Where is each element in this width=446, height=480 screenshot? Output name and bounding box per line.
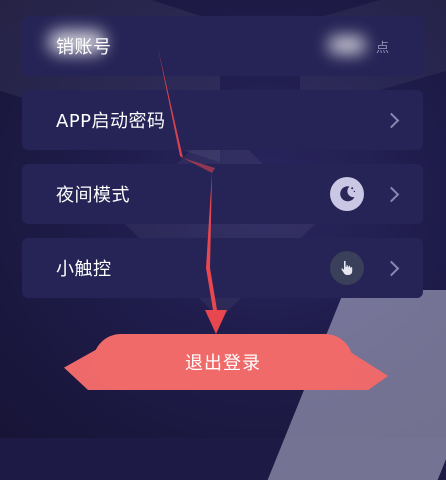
settings-item-app-password[interactable]: APP启动密码 [22, 90, 423, 150]
privacy-blur [328, 36, 366, 54]
privacy-blur [48, 30, 106, 54]
logout-button-label: 退出登录 [185, 353, 261, 374]
settings-item-label: 夜间模式 [56, 185, 130, 206]
settings-item-label: 小触控 [56, 259, 112, 280]
touch-hand-icon[interactable] [330, 251, 364, 285]
chevron-right-icon [383, 260, 400, 276]
logout-button[interactable]: 退出登录 [93, 334, 353, 390]
settings-item-night-mode[interactable]: 夜间模式 [22, 164, 423, 224]
moon-icon[interactable] [330, 177, 364, 211]
settings-item-value: 点 [375, 40, 389, 56]
chevron-right-icon [383, 186, 400, 202]
chevron-right-icon [383, 112, 400, 128]
settings-item-label: APP启动密码 [56, 111, 166, 132]
settings-item-assistive-touch[interactable]: 小触控 [22, 238, 423, 298]
